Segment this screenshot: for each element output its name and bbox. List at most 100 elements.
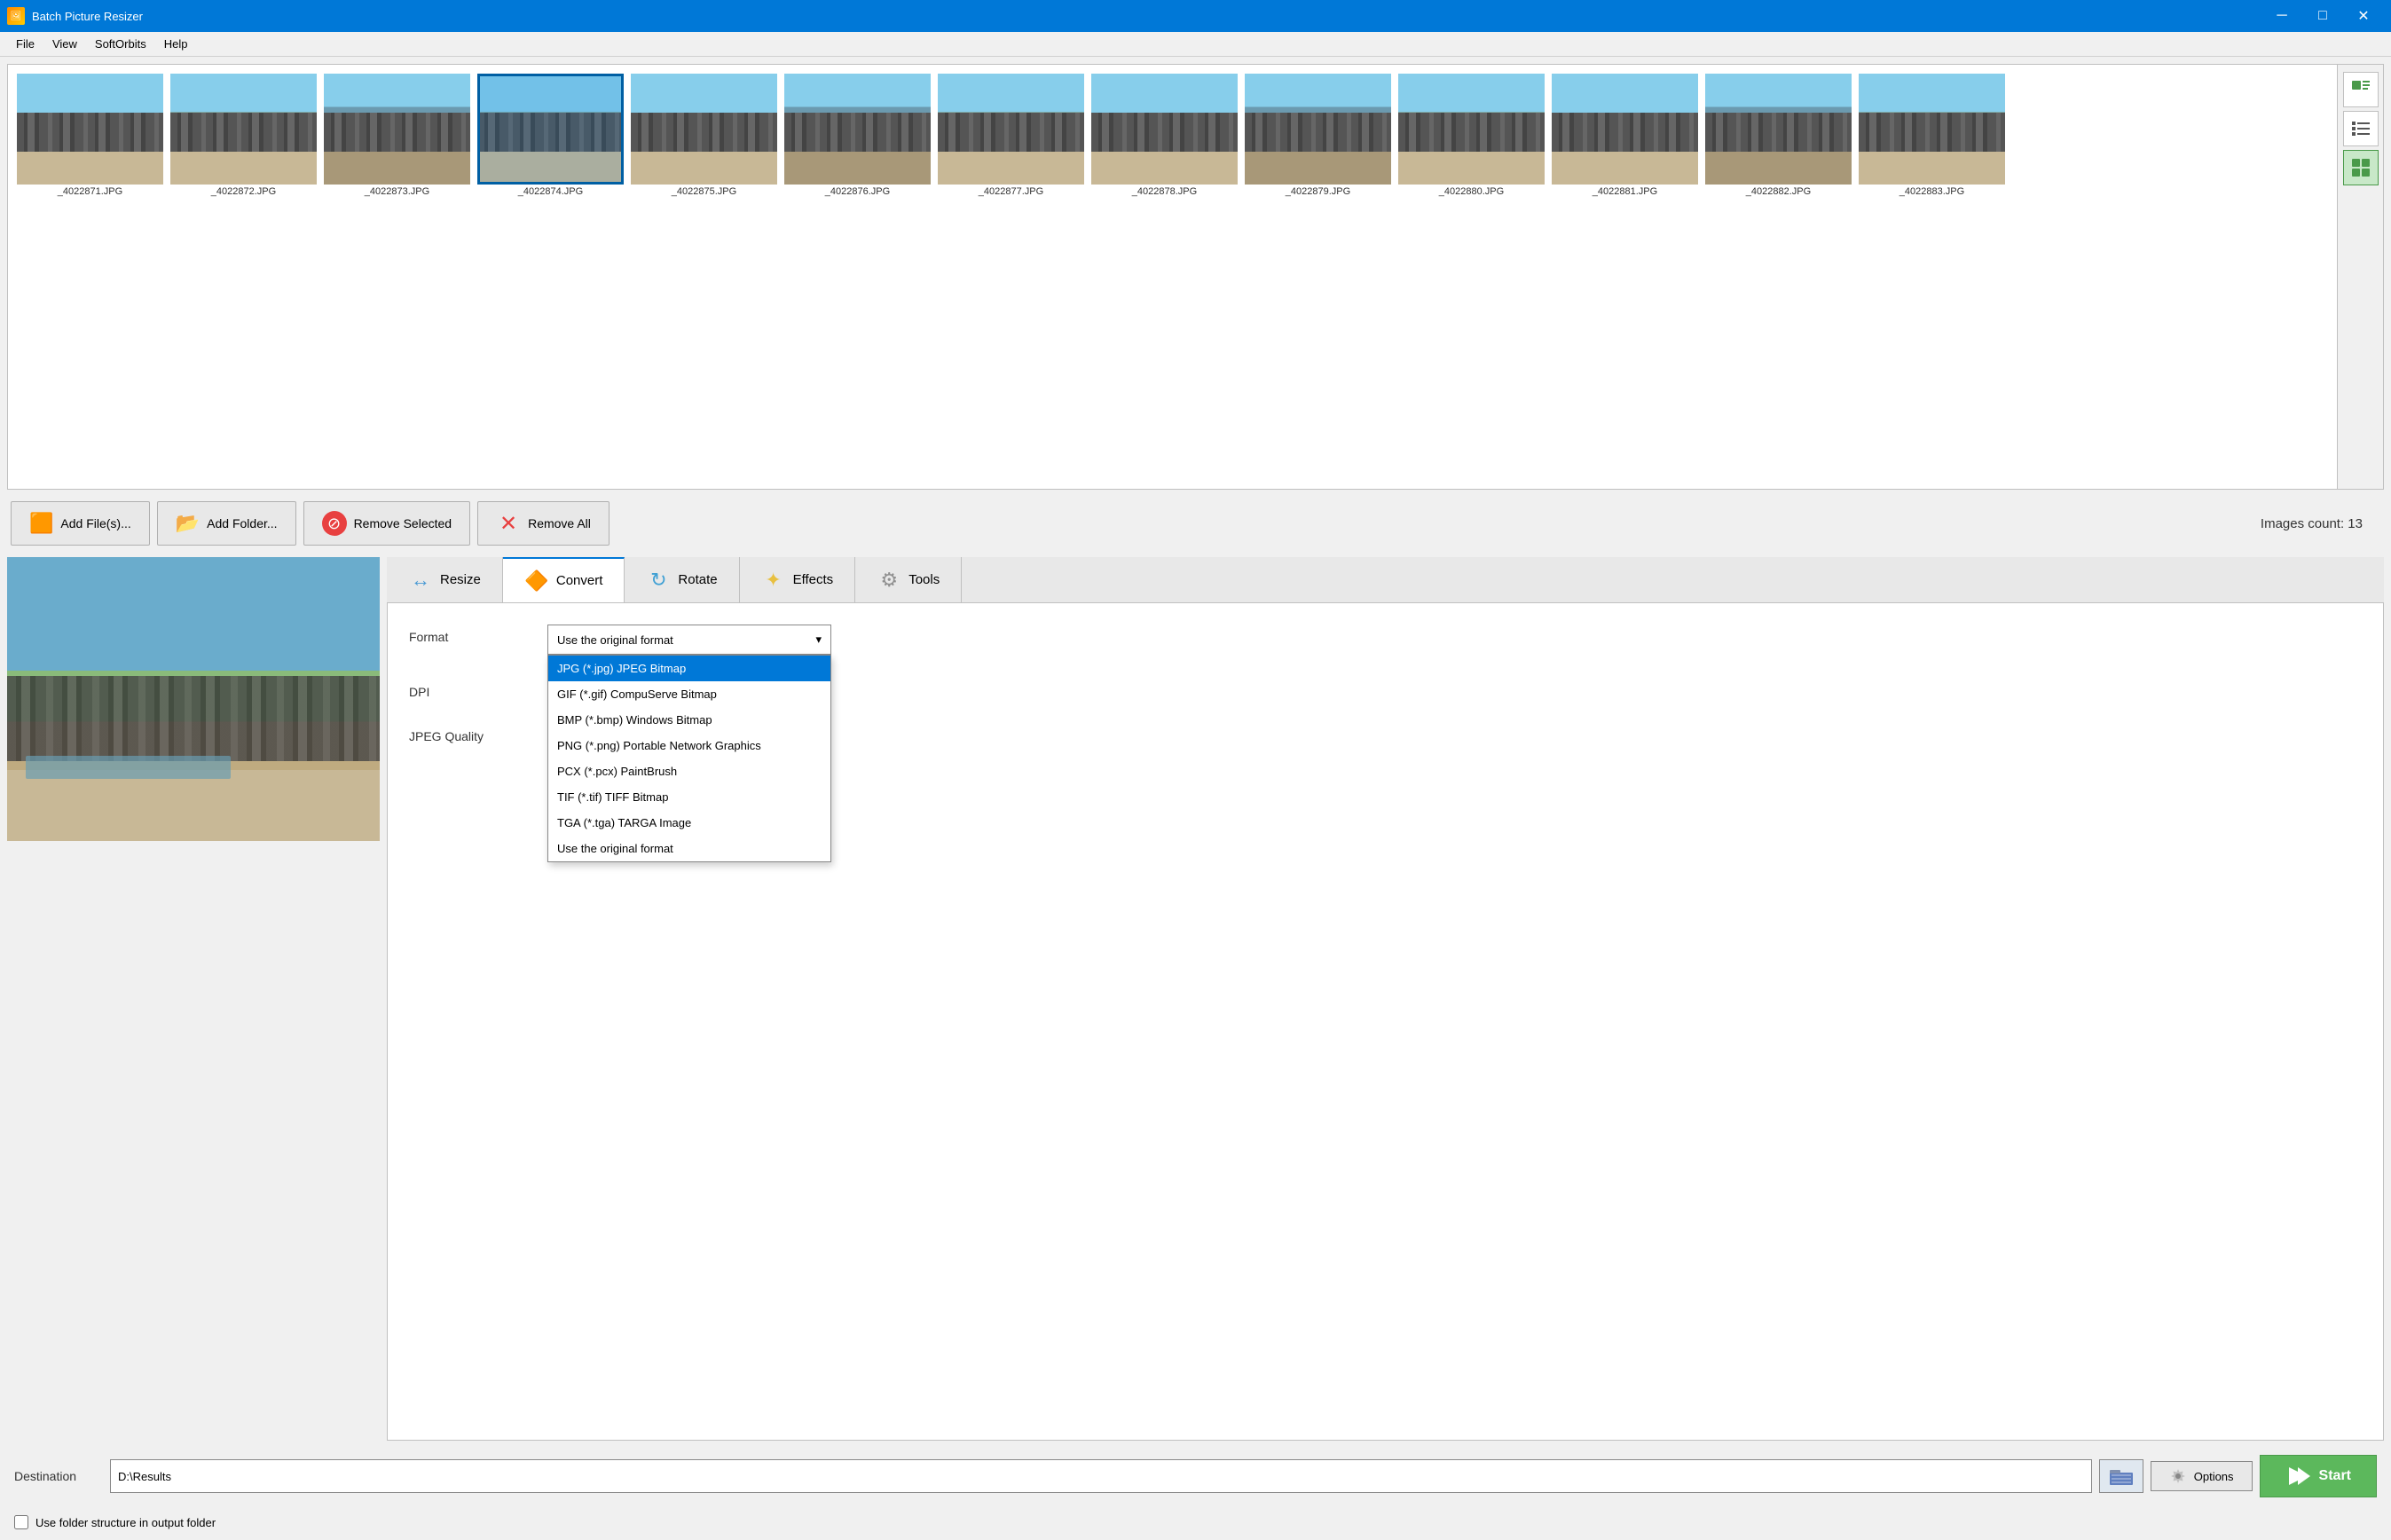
jpeg-quality-label: JPEG Quality — [409, 724, 533, 743]
remove-all-button[interactable]: ✕ Remove All — [477, 501, 610, 546]
thumbnail-3[interactable]: _4022873.JPG — [324, 74, 470, 480]
format-dropdown-container: Use the original format ▾ JPG (*.jpg) JP… — [547, 625, 2362, 655]
dropdown-option-pcx[interactable]: PCX (*.pcx) PaintBrush — [548, 758, 830, 784]
bottom-section: ↔ Resize 🔶 Convert ↻ Rotate ✦ Effects ⚙ — [7, 557, 2384, 1441]
thumb-label-12: _4022882.JPG — [1746, 186, 1811, 197]
thumbnail-7[interactable]: _4022877.JPG — [938, 74, 1084, 480]
right-toolbar — [2337, 65, 2383, 489]
tab-resize[interactable]: ↔ Resize — [387, 557, 503, 602]
start-button[interactable]: Start — [2260, 1455, 2377, 1497]
add-folder-button[interactable]: 📂 Add Folder... — [157, 501, 296, 546]
options-button[interactable]: Options — [2151, 1461, 2253, 1491]
tab-rotate[interactable]: ↻ Rotate — [625, 557, 739, 602]
options-gear-icon — [2169, 1467, 2187, 1485]
thumbnail-13[interactable]: _4022883.JPG — [1859, 74, 2005, 480]
thumb-label-6: _4022876.JPG — [825, 186, 890, 197]
toolbar-grid-icon[interactable] — [2343, 150, 2379, 185]
dropdown-option-png[interactable]: PNG (*.png) Portable Network Graphics — [548, 733, 830, 758]
thumbnail-6[interactable]: _4022876.JPG — [784, 74, 931, 480]
thumbnail-2[interactable]: _4022872.JPG — [170, 74, 317, 480]
menu-view[interactable]: View — [43, 34, 86, 54]
options-label: Options — [2194, 1470, 2234, 1483]
dropdown-option-tga[interactable]: TGA (*.tga) TARGA Image — [548, 810, 830, 836]
dropdown-option-tif[interactable]: TIF (*.tif) TIFF Bitmap — [548, 784, 830, 810]
thumb-label-3: _4022873.JPG — [365, 186, 429, 197]
tab-content-convert: Format Use the original format ▾ JPG (*.… — [387, 603, 2384, 1441]
title-bar-controls: ─ □ ✕ — [2261, 0, 2384, 32]
add-files-label: Add File(s)... — [60, 516, 130, 530]
destination-input[interactable] — [110, 1459, 2092, 1493]
dropdown-option-bmp[interactable]: BMP (*.bmp) Windows Bitmap — [548, 707, 830, 733]
app-icon: 🖼 — [7, 7, 25, 25]
folder-structure-checkbox[interactable] — [14, 1515, 28, 1529]
thumb-label-8: _4022878.JPG — [1132, 186, 1197, 197]
thumbnail-11[interactable]: _4022881.JPG — [1552, 74, 1698, 480]
thumbnail-9[interactable]: _4022879.JPG — [1245, 74, 1391, 480]
close-button[interactable]: ✕ — [2343, 0, 2384, 32]
dpi-label: DPI — [409, 680, 533, 699]
dropdown-chevron-icon: ▾ — [815, 632, 822, 647]
rotate-icon: ↻ — [646, 568, 671, 593]
format-row: Format Use the original format ▾ JPG (*.… — [409, 625, 2362, 655]
toolbar-view-icon[interactable] — [2343, 72, 2379, 107]
add-folder-label: Add Folder... — [207, 516, 277, 530]
folder-structure-text: Use folder structure in output folder — [35, 1516, 216, 1529]
tab-rotate-label: Rotate — [678, 572, 717, 587]
add-file-icon: 🟧 — [29, 512, 53, 535]
tab-effects[interactable]: ✦ Effects — [740, 557, 856, 602]
main-content: _4022871.JPG _4022872.JPG _4022873.JPG _… — [0, 57, 2391, 1540]
dropdown-option-jpg[interactable]: JPG (*.jpg) JPEG Bitmap — [548, 656, 830, 681]
format-dropdown-list: JPG (*.jpg) JPEG Bitmap GIF (*.gif) Comp… — [547, 655, 831, 862]
thumb-label-4: _4022874.JPG — [518, 186, 583, 197]
remove-selected-label: Remove Selected — [354, 516, 452, 530]
thumbnail-1[interactable]: _4022871.JPG — [17, 74, 163, 480]
thumb-label-1: _4022871.JPG — [58, 186, 122, 197]
dropdown-option-original[interactable]: Use the original format — [548, 836, 830, 861]
remove-selected-button[interactable]: ⊘ Remove Selected — [303, 501, 471, 546]
tab-tools[interactable]: ⚙ Tools — [855, 557, 962, 602]
menu-softorbits[interactable]: SoftOrbits — [86, 34, 155, 54]
thumbnail-8[interactable]: _4022878.JPG — [1091, 74, 1238, 480]
thumbnail-5[interactable]: _4022875.JPG — [631, 74, 777, 480]
effects-icon: ✦ — [761, 568, 786, 593]
app-title: Batch Picture Resizer — [32, 10, 143, 23]
menu-help[interactable]: Help — [155, 34, 197, 54]
thumb-label-10: _4022880.JPG — [1439, 186, 1504, 197]
toolbar-list-icon[interactable] — [2343, 111, 2379, 146]
thumbnail-10[interactable]: _4022880.JPG — [1398, 74, 1545, 480]
tab-effects-label: Effects — [793, 572, 834, 587]
add-files-button[interactable]: 🟧 Add File(s)... — [11, 501, 150, 546]
start-label: Start — [2319, 1468, 2351, 1484]
thumbnail-4[interactable]: _4022874.JPG — [477, 74, 624, 480]
preview-image — [7, 557, 380, 841]
thumb-label-11: _4022881.JPG — [1593, 186, 1657, 197]
tab-convert-label: Convert — [556, 573, 603, 588]
menu-file[interactable]: File — [7, 34, 43, 54]
format-dropdown-button[interactable]: Use the original format ▾ — [547, 625, 831, 655]
browse-icon — [2109, 1465, 2134, 1487]
remove-all-icon: ✕ — [496, 511, 521, 536]
add-folder-icon: 📂 — [176, 512, 200, 535]
thumb-label-13: _4022883.JPG — [1899, 186, 1964, 197]
maximize-button[interactable]: □ — [2302, 0, 2343, 32]
checkbox-row: Use folder structure in output folder — [7, 1512, 2384, 1533]
convert-icon: 🔶 — [524, 569, 549, 593]
minimize-button[interactable]: ─ — [2261, 0, 2302, 32]
menu-bar: File View SoftOrbits Help — [0, 32, 2391, 57]
folder-structure-label[interactable]: Use folder structure in output folder — [14, 1515, 2377, 1529]
thumb-label-9: _4022879.JPG — [1286, 186, 1350, 197]
images-count: Images count: 13 — [2261, 516, 2380, 531]
remove-selected-icon: ⊘ — [322, 511, 347, 536]
format-label: Format — [409, 625, 533, 644]
browse-button[interactable] — [2099, 1459, 2143, 1493]
tab-resize-label: Resize — [440, 572, 481, 587]
destination-bar: Destination Options Start — [7, 1448, 2384, 1505]
thumb-label-5: _4022875.JPG — [672, 186, 736, 197]
image-panel: _4022871.JPG _4022872.JPG _4022873.JPG _… — [7, 64, 2384, 490]
thumbnail-12[interactable]: _4022882.JPG — [1705, 74, 1852, 480]
start-icon — [2285, 1465, 2310, 1487]
tab-convert[interactable]: 🔶 Convert — [503, 557, 625, 602]
dropdown-option-gif[interactable]: GIF (*.gif) CompuServe Bitmap — [548, 681, 830, 707]
tabs-bar: ↔ Resize 🔶 Convert ↻ Rotate ✦ Effects ⚙ — [387, 557, 2384, 603]
preview-panel — [7, 557, 380, 1441]
